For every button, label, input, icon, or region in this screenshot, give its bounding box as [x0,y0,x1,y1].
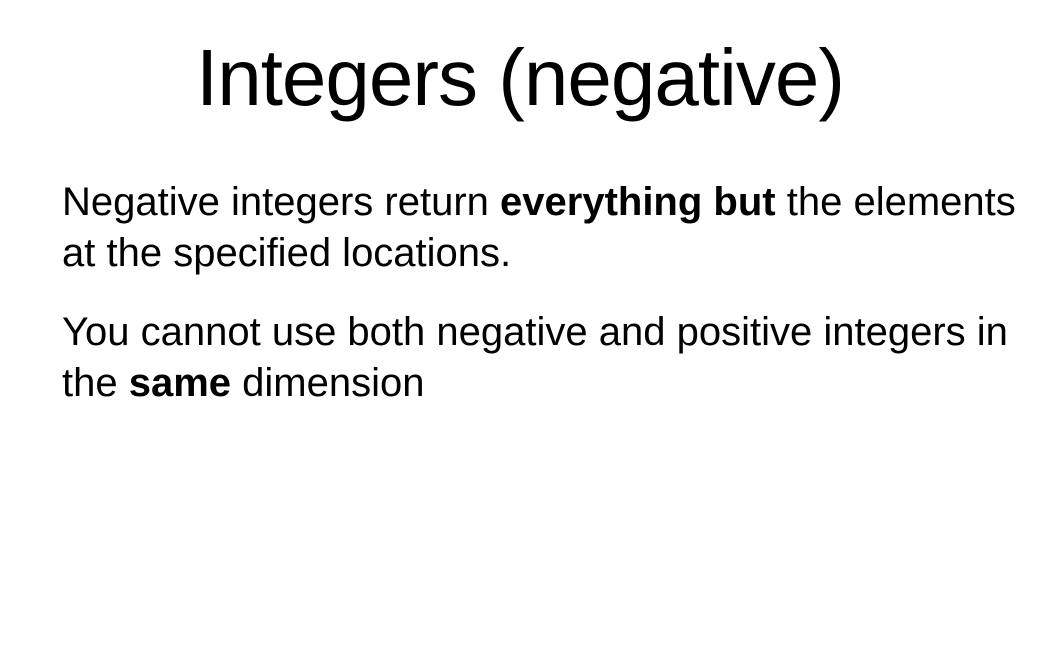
paragraph-text: dimension [231,361,425,405]
emphasis-text: everything but [500,180,776,224]
slide-body: Negative integers return everything but … [62,177,1022,437]
paragraph-negative-integers: Negative integers return everything but … [62,177,1022,279]
slide-title: Integers (negative) [195,33,845,122]
slide: Integers (negative) Negative integers re… [0,0,1050,647]
emphasis-text: same [128,361,232,405]
paragraph-mixed-signs: You cannot use both negative and positiv… [62,307,1022,409]
paragraph-text: Negative integers return [62,180,501,224]
